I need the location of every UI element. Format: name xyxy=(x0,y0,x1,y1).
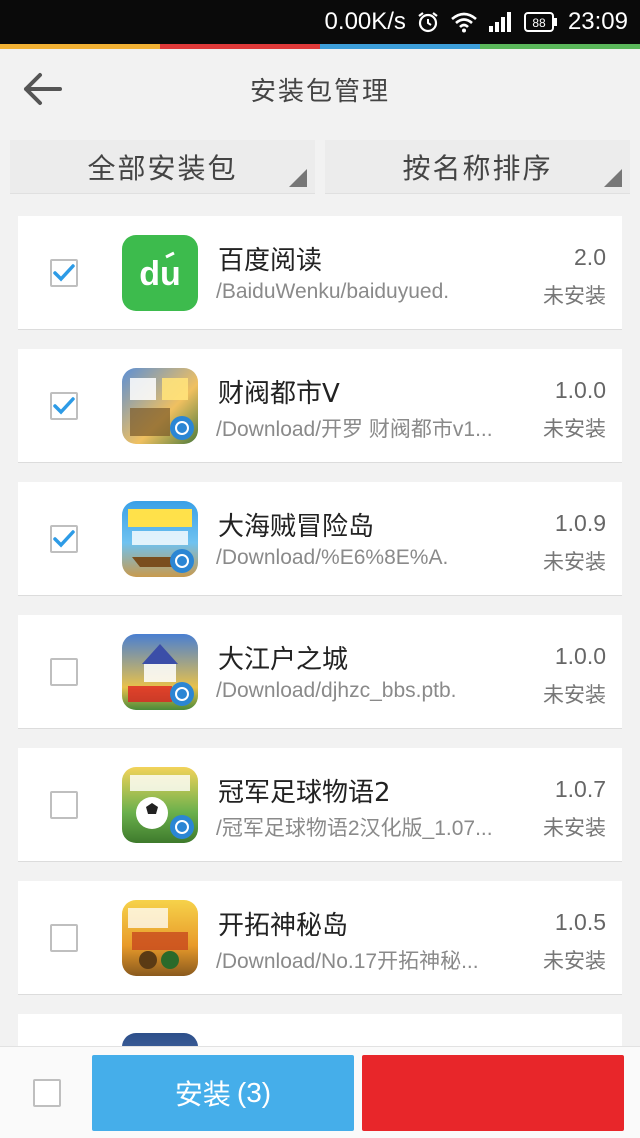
list-item[interactable]: 开拓神秘岛 /Download/No.17开拓神秘... 1.0.5 未安装 xyxy=(18,881,622,995)
app-path: /Download/djhzc_bbs.ptb. xyxy=(216,679,457,702)
item-checkbox[interactable] xyxy=(50,791,78,819)
install-status: 未安装 xyxy=(543,949,606,973)
alarm-icon xyxy=(416,10,440,34)
item-checkbox[interactable] xyxy=(50,658,78,686)
install-count: (3) xyxy=(236,1077,272,1108)
app-path: /Download/No.17开拓神秘... xyxy=(216,950,479,973)
list-item[interactable]: 冠军足球物语2 /冠军足球物语2汉化版_1.07... 1.0.7 未安装 xyxy=(18,748,622,862)
app-path: /BaiduWenku/baiduyued. xyxy=(216,280,450,303)
app-version: 1.0.9 xyxy=(554,510,606,536)
app-header: 安装包管理 xyxy=(0,49,640,129)
sort-dropdown[interactable]: 按名称排序 xyxy=(325,140,630,194)
app-name: 财阀都市Ⅴ xyxy=(218,379,340,409)
app-version: 1.0.7 xyxy=(554,776,606,802)
list-item[interactable]: 大江户之城 /Download/djhzc_bbs.ptb. 1.0.0 未安装 xyxy=(18,615,622,729)
baidu-read-icon: du xyxy=(122,235,198,311)
scope-dropdown-label: 全部安装包 xyxy=(87,151,238,185)
game-icon xyxy=(122,767,198,843)
list-item[interactable]: du 百度阅读 /BaiduWenku/baiduyued. 2.0 未安装 xyxy=(18,216,622,330)
wifi-icon xyxy=(450,11,478,33)
install-button-label: 安装 xyxy=(174,1078,231,1111)
game-icon xyxy=(122,368,198,444)
install-status: 未安装 xyxy=(543,284,606,308)
battery-icon: 88 xyxy=(523,11,558,33)
install-status: 未安装 xyxy=(543,550,606,574)
select-all-checkbox[interactable] xyxy=(33,1079,61,1107)
install-status: 未安装 xyxy=(543,417,606,441)
filter-bar: 全部安装包 按名称排序 xyxy=(10,140,630,194)
app-version: 1.0.0 xyxy=(554,643,606,669)
game-icon xyxy=(122,501,198,577)
clock: 23:09 xyxy=(567,8,628,35)
app-path: /Download/开罗 财阀都市v1... xyxy=(216,418,493,441)
app-name: 冠军足球物语2 xyxy=(218,778,391,808)
app-name: 开拓神秘岛 xyxy=(218,911,349,941)
list-item[interactable]: 财阀都市Ⅴ /Download/开罗 财阀都市v1... 1.0.0 未安装 xyxy=(18,349,622,463)
scope-dropdown[interactable]: 全部安装包 xyxy=(10,140,315,194)
network-speed: 0.00K/s xyxy=(324,8,406,35)
game-icon xyxy=(122,634,198,710)
item-checkbox[interactable] xyxy=(50,392,78,420)
battery-level: 88 xyxy=(532,16,546,30)
list-item[interactable]: 大海贼冒险岛 /Download/%E6%8E%A. 1.0.9 未安装 xyxy=(18,482,622,596)
dropdown-corner-icon xyxy=(289,169,307,187)
item-checkbox[interactable] xyxy=(50,924,78,952)
app-version: 1.0.5 xyxy=(554,909,606,935)
dropdown-corner-icon xyxy=(604,169,622,187)
app-name: 大海贼冒险岛 xyxy=(218,512,375,542)
sort-dropdown-label: 按名称排序 xyxy=(402,151,553,185)
signal-icon xyxy=(488,11,514,33)
list-item-partial[interactable] xyxy=(18,1014,622,1046)
app-path: /Download/%E6%8E%A. xyxy=(216,546,449,569)
bottom-action-bar: 安装 (3) xyxy=(0,1046,640,1138)
install-status: 未安装 xyxy=(543,816,606,840)
check-icon xyxy=(53,264,75,282)
app-name: 百度阅读 xyxy=(218,246,323,276)
page-title: 安装包管理 xyxy=(249,76,390,107)
status-bar: 0.00K/s 88 23:09 xyxy=(0,0,640,44)
arrow-left-icon xyxy=(24,73,62,105)
back-button[interactable] xyxy=(14,67,70,111)
delete-button[interactable] xyxy=(362,1055,624,1131)
app-version: 2.0 xyxy=(574,244,606,270)
game-icon xyxy=(122,900,198,976)
app-version: 1.0.0 xyxy=(554,377,606,403)
item-checkbox[interactable] xyxy=(50,259,78,287)
package-list: du 百度阅读 /BaiduWenku/baiduyued. 2.0 未安装 财… xyxy=(18,216,622,1046)
install-status: 未安装 xyxy=(543,683,606,707)
game-icon xyxy=(122,1033,198,1046)
check-icon xyxy=(53,397,75,415)
check-icon xyxy=(53,530,75,548)
svg-text:du: du xyxy=(139,255,181,293)
item-checkbox[interactable] xyxy=(50,525,78,553)
app-path: /冠军足球物语2汉化版_1.07... xyxy=(216,817,493,840)
install-button[interactable]: 安装 (3) xyxy=(92,1055,354,1131)
app-name: 大江户之城 xyxy=(218,645,349,675)
